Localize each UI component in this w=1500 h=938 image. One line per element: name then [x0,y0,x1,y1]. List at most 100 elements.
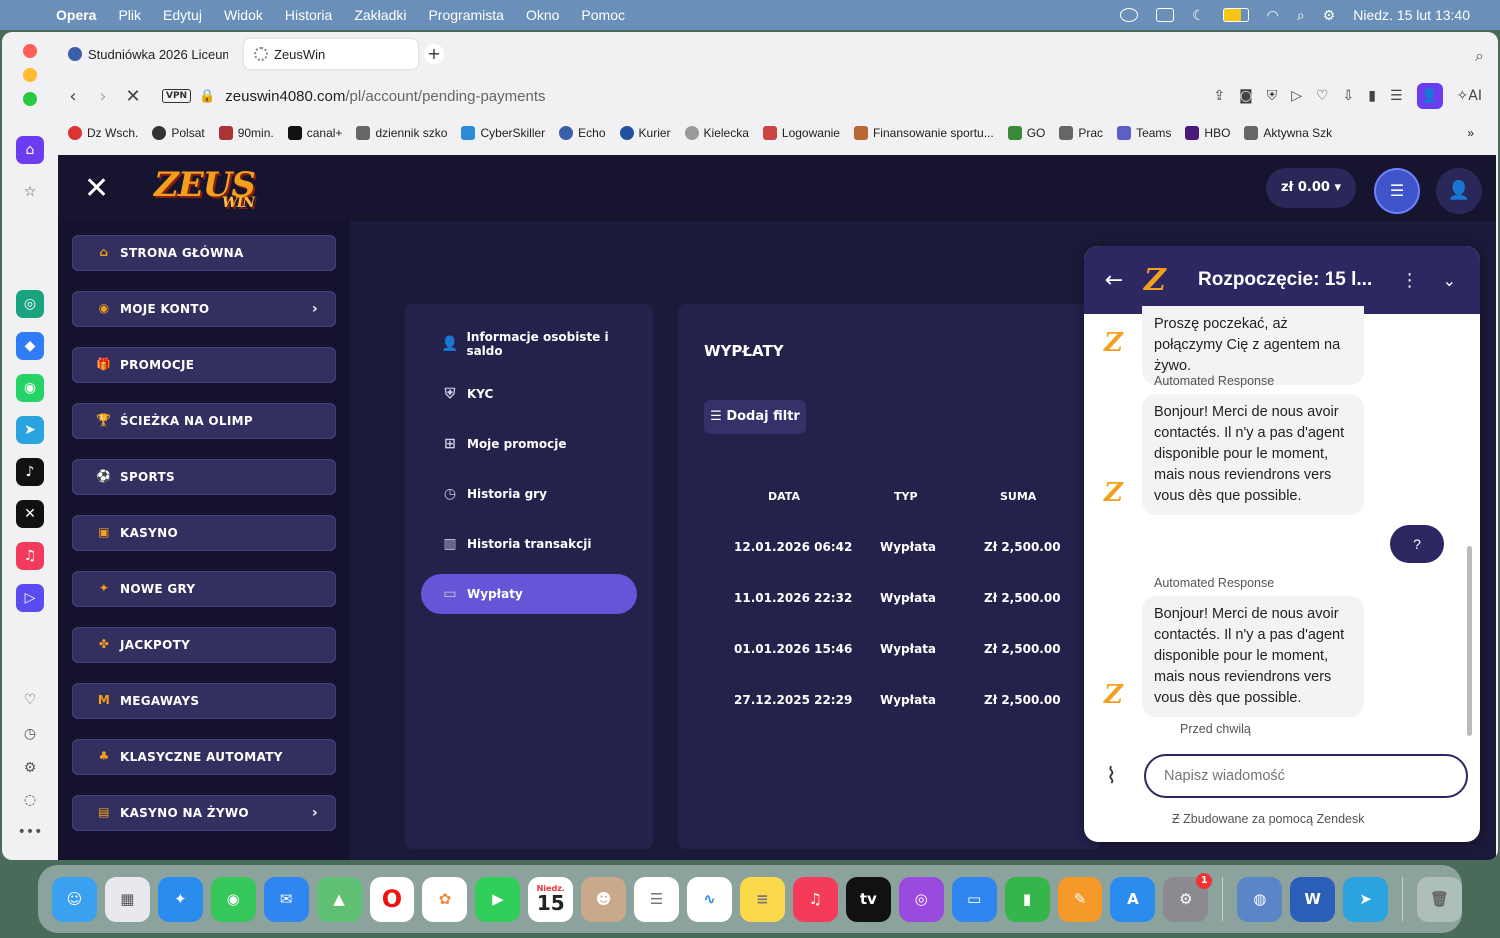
bookmark-go[interactable]: GO [1007,126,1045,140]
spotlight-search-icon[interactable]: ⌕ [1297,7,1305,24]
zoom-window-button[interactable] [23,92,37,106]
bookmark-logowanie[interactable]: Logowanie [762,126,840,140]
bookmark-dziennik[interactable]: dziennik szko [356,126,447,140]
play-icon[interactable]: ▷ [1291,88,1302,104]
deposit-wallet-icon[interactable]: ☰ [1374,168,1420,214]
chatgpt-sidebar-icon[interactable]: ◎ [16,290,44,318]
url-field[interactable]: zeuswin4080.com/pl/account/pending-payme… [225,88,545,105]
chevron-down-icon[interactable]: ⌄ [1443,271,1456,290]
menu-file[interactable]: Plik [118,7,141,23]
account-menu-item[interactable]: ⛨ KYC [421,374,637,414]
screen-icon[interactable] [1156,8,1175,22]
notes-icon[interactable]: ≡ [739,876,785,922]
podcasts-icon[interactable]: ◎ [898,876,944,922]
trash-icon[interactable]: 🗑 [1417,876,1462,922]
control-center-icon[interactable]: ⚙ [1323,7,1336,24]
bookmark-teams[interactable]: Teams [1117,126,1171,140]
back-arrow-icon[interactable]: ← [1084,268,1144,293]
player-sidebar-icon[interactable]: ▷ [16,584,44,612]
bookmark-cyberskiller[interactable]: CyberSkiller [461,126,545,140]
bookmark-canal-plus[interactable]: canal+ [287,126,342,140]
photos-icon[interactable]: ✿ [422,876,468,922]
easy-setup-icon[interactable]: ☰ [1390,88,1403,104]
tab-zeuswin[interactable]: ZeusWin [244,39,418,69]
tiktok-sidebar-icon[interactable]: ♪ [16,458,44,486]
nav-item[interactable]: ▤ KASYNO NA ŻYWO › [72,795,336,831]
maps-icon[interactable]: ▲ [316,876,362,922]
pages-icon[interactable]: ✎ [1057,876,1103,922]
nav-item[interactable]: ♣ KLASYCZNE AUTOMATY [72,739,336,775]
history-sidebar-icon[interactable]: ◷ [16,720,44,748]
user-account-icon[interactable]: 👤 [1436,168,1482,214]
menu-history[interactable]: Historia [285,7,332,23]
share-icon[interactable]: ⇪ [1213,88,1225,104]
download-icon[interactable]: ⇩ [1343,88,1355,104]
telegram-icon[interactable]: ➤ [1343,876,1389,922]
music-icon[interactable]: ♫ [792,876,838,922]
freeform-icon[interactable]: ∿ [687,876,732,922]
nav-item[interactable]: ✦ NOWE GRY [72,571,336,607]
bookmark-dz-wsch[interactable]: Dz Wsch. [68,126,138,140]
account-menu-item[interactable]: ⊞ Moje promocje [421,424,637,464]
close-menu-icon[interactable]: ✕ [84,171,109,206]
nav-item[interactable]: ◉ MOJE KONTO › [72,291,336,327]
home-sidebar-icon[interactable]: ⌂ [16,136,44,164]
moon-icon[interactable]: ☾ [1192,7,1205,24]
bookmark-finansowanie[interactable]: Finansowanie sportu... [853,126,994,140]
zendesk-footer[interactable]: Ƶ Zbudowane za pomocą Zendesk [1172,812,1364,826]
profile-icon[interactable]: 👤 [1416,83,1443,109]
nav-item[interactable]: ▣ KASYNO [72,515,336,551]
bookmark-hbo[interactable]: HBO [1185,126,1230,140]
lock-icon[interactable]: 🔒 [199,89,215,104]
battery-icon[interactable] [1222,8,1249,22]
adblock-shield-icon[interactable]: ⛨ [1267,88,1278,104]
more-bookmarks-icon[interactable]: » [1467,126,1498,140]
nav-item[interactable]: ✤ JACKPOTY [72,627,336,663]
clock-datetime[interactable]: Niedz. 15 lut 13:40 [1353,7,1470,23]
chat-scrollbar[interactable] [1467,546,1472,736]
vpn-badge[interactable]: VPN [162,89,192,103]
tab-studniowka[interactable]: Studniówka 2026 Liceum [58,39,238,69]
nav-item[interactable]: 🏆 ŚCIEŻKA NA OLIMP [72,403,336,439]
menu-bookmarks[interactable]: Zakładki [354,7,406,23]
nav-item[interactable]: ⌂ STRONA GŁÓWNA [72,235,336,271]
bookmark-prac[interactable]: Prac [1059,126,1103,140]
bookmark-polsat[interactable]: Polsat [152,126,205,140]
heart-sidebar-icon[interactable]: ♡ [16,686,44,714]
calendar-icon[interactable]: Niedz. 15 [528,876,574,922]
menu-developer[interactable]: Programista [428,7,503,23]
more-sidebar-icon[interactable]: ••• [16,818,44,846]
safari-icon[interactable]: ✦ [157,876,203,922]
account-menu-item[interactable]: ▥ Historia transakcji [421,524,637,564]
facetime-icon[interactable]: ▶ [475,876,521,922]
add-filter-button[interactable]: ☰ Dodaj filtr [704,400,806,434]
numbers-icon[interactable]: ▮ [1004,876,1050,922]
bookmark-aktywna[interactable]: Aktywna Szk [1244,126,1332,140]
menu-app-name[interactable]: Opera [56,7,96,23]
snapshot-camera-icon[interactable]: ◙ [1239,88,1253,104]
menu-help[interactable]: Pomoc [581,7,625,23]
message-input[interactable] [1144,754,1468,798]
bookmark-90min[interactable]: 90min. [218,126,274,140]
music-sidebar-icon[interactable]: ♫ [16,542,44,570]
messages-icon[interactable]: ◉ [210,876,256,922]
nav-item[interactable]: 🎁 PROMOCJE [72,347,336,383]
settings-sidebar-icon[interactable]: ⚙ [16,754,44,782]
menu-window[interactable]: Okno [526,7,559,23]
close-window-button[interactable] [23,44,37,58]
system-settings-icon[interactable]: ⚙ 1 [1163,872,1213,922]
nav-item[interactable]: ⚽ SPORTS [72,459,336,495]
messenger-sidebar-icon[interactable]: ◆ [16,332,44,360]
bookmark-kurier[interactable]: Kurier [619,126,671,140]
heart-icon[interactable]: ♡ [1316,88,1329,104]
zeuswin-logo[interactable]: ZEUS WIN [154,165,256,211]
minimize-window-button[interactable] [23,68,37,82]
menu-edit[interactable]: Edytuj [163,7,202,23]
forward-button[interactable]: › [88,86,118,107]
account-menu-item[interactable]: 👤 Informacje osobiste i saldo [421,324,637,364]
word-icon[interactable]: W [1290,876,1336,922]
paperclip-icon[interactable]: ⌇ [1106,764,1117,789]
balance-dropdown[interactable]: zł 0.00 ▾ [1266,168,1356,208]
menu-view[interactable]: Widok [224,7,263,23]
notification-center-icon[interactable] [1120,8,1139,22]
